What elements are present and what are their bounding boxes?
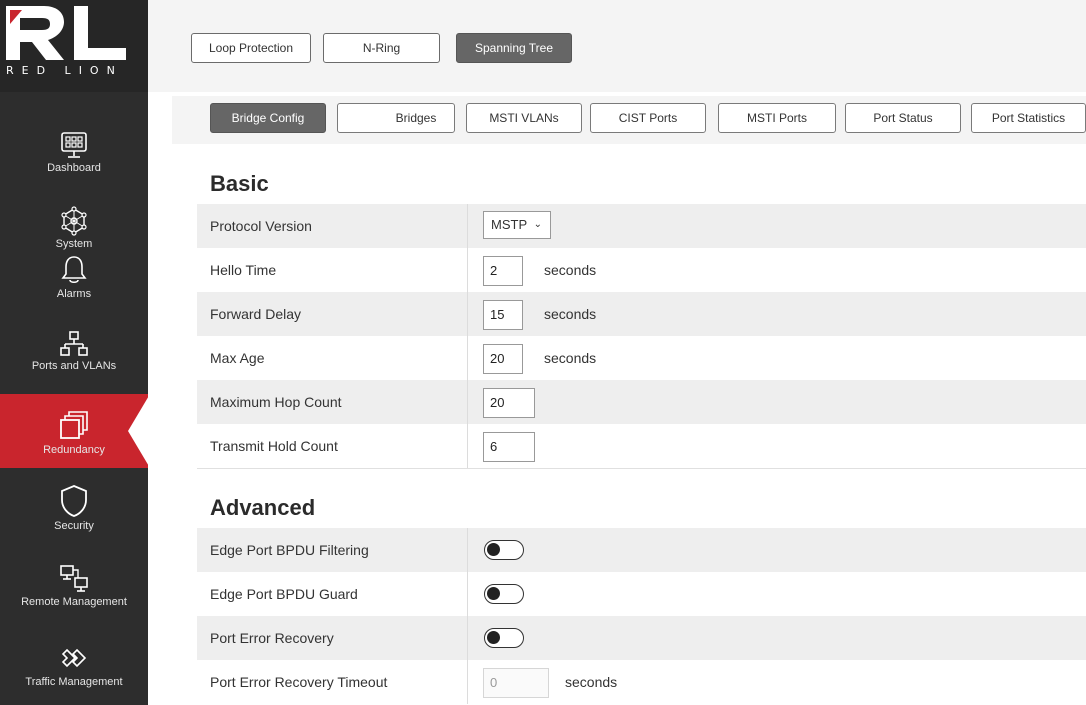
port-error-recovery-toggle[interactable]	[484, 628, 524, 648]
remote-management-icon	[60, 565, 88, 592]
protocol-version-select[interactable]: MSTP ⌄	[483, 211, 551, 239]
system-network-icon	[61, 206, 87, 236]
toggle-knob	[487, 543, 500, 556]
sidebar-label-security: Security	[54, 520, 94, 532]
sidebar-label-traffic-management: Traffic Management	[25, 676, 123, 688]
sidebar: RED LION Dashboard System Alarms Ports a…	[0, 0, 150, 705]
section-title-basic: Basic	[210, 171, 269, 196]
row-edge-bpdu-guard: Edge Port BPDU Guard	[197, 572, 1086, 616]
tab-spanning-tree[interactable]: Spanning Tree	[456, 33, 572, 63]
edge-bpdu-filtering-toggle[interactable]	[484, 540, 524, 560]
redundancy-windows-icon	[60, 411, 88, 439]
sub-tab-bar: Bridge Config Bridges MSTI VLANs CIST Po…	[172, 96, 1086, 144]
label-hello-time: Hello Time	[210, 262, 277, 278]
row-divider	[467, 292, 468, 336]
port-error-recovery-timeout-input[interactable]: 0	[483, 668, 549, 698]
label-port-error-recovery-timeout: Port Error Recovery Timeout	[210, 674, 388, 690]
label-max-age: Max Age	[210, 350, 265, 366]
double-chevron-icon	[61, 648, 87, 668]
hello-time-unit: seconds	[544, 262, 597, 278]
row-divider	[467, 572, 468, 616]
subtab-bridges[interactable]: Bridges	[337, 103, 455, 133]
row-port-error-recovery-timeout: Port Error Recovery Timeout 0 seconds	[197, 660, 1086, 704]
app-window: RED LION Dashboard System Alarms Ports a…	[0, 0, 1086, 705]
row-edge-bpdu-filtering: Edge Port BPDU Filtering	[197, 528, 1086, 572]
row-port-error-recovery: Port Error Recovery	[197, 616, 1086, 660]
row-divider	[467, 528, 468, 572]
subtab-msti-vlans[interactable]: MSTI VLANs	[466, 103, 582, 133]
section-divider	[197, 468, 1086, 469]
row-divider	[467, 336, 468, 380]
label-edge-bpdu-filtering: Edge Port BPDU Filtering	[210, 542, 369, 558]
port-error-recovery-timeout-unit: seconds	[565, 674, 618, 690]
tab-loop-protection[interactable]: Loop Protection	[191, 33, 311, 63]
sidebar-item-ports-and-vlans[interactable]: Ports and VLANs	[0, 330, 148, 392]
subtab-port-status[interactable]: Port Status	[845, 103, 961, 133]
row-transmit-hold-count: Transmit Hold Count 6	[197, 424, 1086, 468]
label-max-hop-count: Maximum Hop Count	[210, 394, 342, 410]
row-divider	[467, 204, 468, 248]
label-port-error-recovery: Port Error Recovery	[210, 630, 334, 646]
max-age-unit: seconds	[544, 350, 597, 366]
toggle-knob	[487, 631, 500, 644]
network-ports-icon	[60, 331, 88, 356]
row-divider	[467, 616, 468, 660]
row-max-age: Max Age 20 seconds	[197, 336, 1086, 380]
sidebar-item-security[interactable]: Security	[0, 484, 148, 546]
row-max-hop-count: Maximum Hop Count 20	[197, 380, 1086, 424]
sidebar-item-dashboard[interactable]: Dashboard	[0, 130, 148, 192]
label-transmit-hold-count: Transmit Hold Count	[210, 438, 338, 454]
shield-icon	[61, 485, 87, 517]
section-title-advanced: Advanced	[210, 495, 316, 520]
sidebar-label-ports-and-vlans: Ports and VLANs	[31, 360, 117, 372]
sidebar-label-dashboard: Dashboard	[47, 162, 101, 174]
sidebar-label-remote-management: Remote Management	[21, 596, 127, 608]
tab-n-ring[interactable]: N-Ring	[323, 33, 440, 63]
sidebar-label-alarms: Alarms	[56, 288, 92, 300]
dashboard-icon	[61, 132, 87, 158]
toggle-knob	[487, 587, 500, 600]
bell-icon	[61, 256, 87, 284]
subtab-port-statistics[interactable]: Port Statistics	[971, 103, 1086, 133]
row-divider	[467, 248, 468, 292]
transmit-hold-count-input[interactable]: 6	[483, 432, 535, 462]
row-divider	[467, 660, 468, 704]
subtab-bridge-config[interactable]: Bridge Config	[210, 103, 326, 133]
edge-bpdu-guard-toggle[interactable]	[484, 584, 524, 604]
sidebar-item-remote-management[interactable]: Remote Management	[0, 564, 148, 626]
row-divider	[467, 424, 468, 468]
label-forward-delay: Forward Delay	[210, 306, 302, 322]
protocol-version-value: MSTP	[491, 217, 528, 232]
max-hop-count-input[interactable]: 20	[483, 388, 535, 418]
sidebar-item-traffic-management[interactable]: Traffic Management	[0, 642, 148, 704]
label-protocol-version: Protocol Version	[210, 218, 312, 234]
rl-logo-icon	[6, 6, 126, 60]
hello-time-input[interactable]: 2	[483, 256, 523, 286]
subtab-cist-ports[interactable]: CIST Ports	[590, 103, 706, 133]
sidebar-label-redundancy: Redundancy	[43, 444, 105, 456]
forward-delay-unit: seconds	[544, 306, 597, 322]
row-protocol-version: Protocol Version MSTP ⌄	[197, 204, 1086, 248]
brand-tagline: RED LION	[6, 64, 123, 77]
max-age-input[interactable]: 20	[483, 344, 523, 374]
chevron-down-icon: ⌄	[533, 219, 542, 230]
top-tab-bar: Loop Protection N-Ring Spanning Tree	[148, 0, 1086, 92]
sidebar-item-redundancy[interactable]: Redundancy	[0, 394, 150, 468]
sidebar-item-alarms[interactable]: Alarms	[0, 252, 148, 314]
row-divider	[467, 380, 468, 424]
row-forward-delay: Forward Delay 15 seconds	[197, 292, 1086, 336]
label-edge-bpdu-guard: Edge Port BPDU Guard	[210, 586, 358, 602]
sidebar-label-system: System	[55, 238, 93, 250]
forward-delay-input[interactable]: 15	[483, 300, 523, 330]
red-lion-logo: RED LION	[0, 0, 148, 92]
row-hello-time: Hello Time 2 seconds	[197, 248, 1086, 292]
subtab-msti-ports[interactable]: MSTI Ports	[718, 103, 836, 133]
